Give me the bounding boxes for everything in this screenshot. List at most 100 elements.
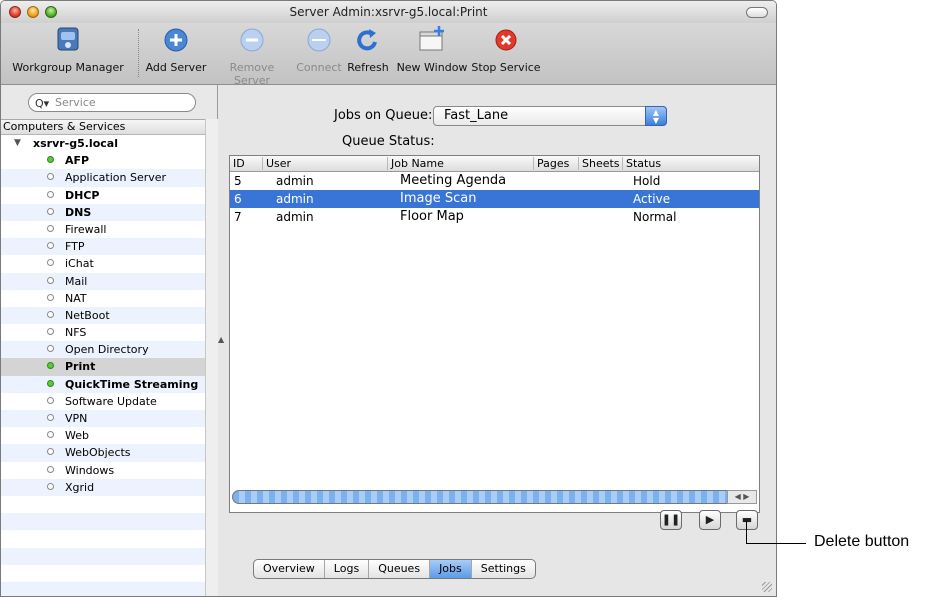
column-header-job-name[interactable]: Job Name <box>387 157 534 170</box>
sidebar-item-vpn[interactable]: VPN <box>1 410 205 428</box>
delete-icon: ▬ <box>741 513 753 526</box>
sidebar-item-ichat[interactable]: iChat <box>1 255 205 272</box>
new-window-button[interactable]: New Window <box>394 25 470 74</box>
server-name: xsrvr-g5.local <box>33 137 118 150</box>
sidebar-item-label: Firewall <box>65 222 107 236</box>
sidebar-item-label: FTP <box>65 240 85 254</box>
sidebar-item-application-server[interactable]: Application Server <box>1 169 205 187</box>
server-row[interactable]: ▼ xsrvr-g5.local <box>1 135 205 152</box>
stop-service-button[interactable]: Stop Service <box>471 25 541 74</box>
status-indicator-icon <box>47 448 54 456</box>
resize-grip-icon[interactable] <box>762 582 772 592</box>
column-header-pages[interactable]: Pages <box>533 157 575 170</box>
status-indicator-icon <box>47 362 54 370</box>
cell-id: 7 <box>234 210 242 224</box>
workgroup-manager-button[interactable]: Workgroup Manager <box>5 25 131 74</box>
empty-row <box>1 530 205 547</box>
sidebar-item-label: DHCP <box>65 188 100 202</box>
cell-job-name: Floor Map <box>400 209 464 224</box>
play-icon: ▶ <box>705 513 715 526</box>
minimize-window-button[interactable] <box>27 6 39 18</box>
sidebar-item-firewall[interactable]: Firewall <box>1 221 205 238</box>
sidebar-item-nat[interactable]: NAT <box>1 290 205 307</box>
pause-icon: ❚❚ <box>661 513 681 526</box>
sidebar-item-label: NFS <box>65 326 87 340</box>
sidebar-item-quicktime-streaming[interactable]: QuickTime Streaming <box>1 375 205 393</box>
chevron-up-down-icon: ▲ ▼ <box>645 106 667 126</box>
cell-id: 5 <box>234 174 242 188</box>
status-indicator-icon <box>47 156 54 164</box>
sidebar-item-print[interactable]: Print <box>1 358 205 376</box>
zoom-window-button[interactable] <box>45 6 57 18</box>
status-indicator-icon <box>47 190 54 198</box>
queue-select-value: Fast_Lane <box>444 108 509 123</box>
connect-button[interactable]: Connect <box>295 25 343 74</box>
sidebar-item-label: Application Server <box>65 171 167 185</box>
server-admin-window: Server Admin:xsrvr-g5.local:Print Workgr… <box>0 0 777 597</box>
sidebar-item-open-directory[interactable]: Open Directory <box>1 341 205 359</box>
sidebar-item-windows[interactable]: Windows <box>1 462 205 479</box>
tab-overview[interactable]: Overview <box>254 560 324 578</box>
sidebar-item-afp[interactable]: AFP <box>1 152 205 169</box>
column-header-sheets[interactable]: Sheets <box>578 157 620 170</box>
scroll-arrows-icon[interactable]: ◀ ▶ <box>727 490 757 504</box>
cell-user: admin <box>276 174 314 188</box>
sidebar-item-xgrid[interactable]: Xgrid <box>1 478 205 496</box>
sidebar-item-dhcp[interactable]: DHCP <box>1 187 205 204</box>
sidebar-item-label: Web <box>65 429 89 443</box>
toolbar-toggle-button[interactable] <box>746 7 768 18</box>
close-window-button[interactable] <box>9 6 21 18</box>
sidebar-item-label: QuickTime Streaming <box>65 377 199 391</box>
delete-button[interactable]: ▬ <box>736 510 758 530</box>
sidebar-item-dns[interactable]: DNS <box>1 203 205 221</box>
add-server-button[interactable]: Add Server <box>143 25 209 74</box>
sidebar-item-label: VPN <box>65 412 88 425</box>
tab-logs[interactable]: Logs <box>323 560 368 578</box>
queue-select[interactable]: Fast_Lane ▲ ▼ <box>433 106 667 126</box>
table-row[interactable]: 7 admin Floor Map Normal <box>230 208 759 226</box>
column-header-status[interactable]: Status <box>622 157 746 170</box>
column-header-user[interactable]: User <box>262 157 381 170</box>
connect-icon <box>307 28 331 52</box>
services-list-header: Computers & Services <box>1 120 205 135</box>
sidebar-item-label: Print <box>65 360 96 374</box>
view-tabs: Overview Logs Queues Jobs Settings <box>253 559 536 579</box>
sidebar-item-ftp[interactable]: FTP <box>1 238 205 256</box>
status-indicator-icon <box>47 224 54 232</box>
sidebar-item-label: iChat <box>65 257 94 271</box>
tab-jobs[interactable]: Jobs <box>429 560 471 578</box>
empty-row <box>1 496 205 513</box>
sidebar-item-nfs[interactable]: NFS <box>1 324 205 341</box>
toolbar: Workgroup Manager Add Server Remove Serv… <box>1 23 776 87</box>
column-header-id[interactable]: ID <box>230 157 261 170</box>
sidebar-scrollbar[interactable] <box>205 119 218 596</box>
toolbar-item-label: Refresh <box>347 61 389 74</box>
pause-button[interactable]: ❚❚ <box>660 510 682 530</box>
status-indicator-icon <box>47 328 54 336</box>
window-title: Server Admin:xsrvr-g5.local:Print <box>289 5 488 19</box>
sidebar-item-label: Xgrid <box>65 480 95 494</box>
title-bar[interactable]: Server Admin:xsrvr-g5.local:Print <box>1 1 776 23</box>
sidebar-item-software-update[interactable]: Software Update <box>1 393 205 410</box>
tab-settings[interactable]: Settings <box>470 560 535 578</box>
empty-row <box>1 565 205 582</box>
disclosure-triangle-icon[interactable]: ▼ <box>14 135 21 152</box>
sidebar-item-webobjects[interactable]: WebObjects <box>1 444 205 462</box>
table-row[interactable]: 6 admin Image Scan Active <box>230 190 759 208</box>
table-row[interactable]: 5 admin Meeting Agenda Hold <box>230 172 759 190</box>
status-indicator-icon <box>47 173 54 181</box>
play-button[interactable]: ▶ <box>699 510 721 530</box>
refresh-button[interactable]: Refresh <box>345 25 391 74</box>
sidebar-item-mail[interactable]: Mail <box>1 272 205 290</box>
new-window-icon <box>419 26 444 51</box>
sidebar-item-netboot[interactable]: NetBoot <box>1 306 205 325</box>
sidebar-item-label: NetBoot <box>65 308 110 322</box>
toolbar-item-label: Add Server <box>145 61 207 74</box>
horizontal-scrollbar[interactable] <box>232 490 744 504</box>
remove-server-button[interactable]: Remove Server <box>211 25 293 87</box>
status-indicator-icon <box>47 379 54 387</box>
service-search-input[interactable]: Q▾ Service <box>28 93 196 112</box>
tab-queues[interactable]: Queues <box>368 560 429 578</box>
cell-status: Active <box>633 192 671 206</box>
sidebar-item-web[interactable]: Web <box>1 427 205 444</box>
